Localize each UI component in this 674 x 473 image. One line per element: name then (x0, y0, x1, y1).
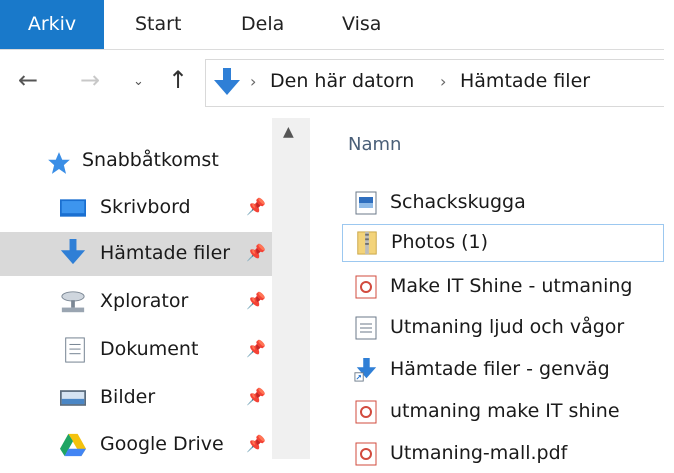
column-header-name[interactable]: Namn (348, 134, 401, 155)
pdf-icon (355, 400, 377, 424)
pin-icon[interactable]: 📌 (246, 387, 266, 406)
download-arrow-icon (214, 68, 240, 95)
text-file-icon (355, 316, 377, 340)
sidebar-item-label: Hämtade filer (100, 242, 231, 264)
file-list: Namn Schackskugga Photos (1) Make IT Shi… (310, 118, 664, 466)
sidebar-item-label: Xplorator (100, 290, 189, 312)
recent-locations-chevron-icon[interactable]: ⌄ (133, 74, 144, 89)
ribbon-tabs: Arkiv Start Dela Visa (0, 0, 664, 50)
sidebar-item-label: Google Drive (100, 433, 224, 455)
download-arrow-icon (60, 239, 86, 265)
pdf-icon (355, 275, 377, 299)
address-bar[interactable]: › Den här datorn › Hämtade filer (205, 59, 666, 107)
quick-access-item[interactable]: Snabbåtkomst (0, 139, 272, 183)
nav-scrollbar[interactable]: ▲ (272, 118, 310, 459)
list-item[interactable]: Make IT Shine - utmaning (342, 268, 664, 306)
file-name: Utmaning-mall.pdf (390, 442, 568, 464)
list-item[interactable]: Photos (1) (342, 224, 664, 262)
sidebar-item-hamtade-filer[interactable]: Hämtade filer 📌 (0, 232, 272, 276)
file-name: Make IT Shine - utmaning (390, 275, 633, 297)
tab-arkiv[interactable]: Arkiv (0, 0, 104, 49)
list-item[interactable]: utmaning make IT shine (342, 393, 664, 431)
breadcrumb-this-pc[interactable]: Den här datorn (270, 70, 414, 92)
quick-access-label: Snabbåtkomst (82, 149, 219, 171)
zip-folder-icon (357, 231, 377, 255)
window-edge (664, 0, 674, 459)
file-name: Schackskugga (390, 191, 526, 213)
sidebar-item-label: Dokument (100, 338, 199, 360)
network-drive-icon (61, 291, 85, 313)
pictures-icon (60, 390, 86, 406)
tab-visa[interactable]: Visa (342, 0, 381, 49)
tab-dela[interactable]: Dela (241, 0, 284, 49)
list-item[interactable]: Hämtade filer - genväg (342, 351, 664, 389)
breadcrumb-downloads[interactable]: Hämtade filer (460, 70, 590, 92)
image-file-icon (355, 191, 377, 215)
sidebar-item-label: Bilder (100, 386, 156, 408)
list-item[interactable]: Utmaning-mall.pdf (342, 435, 664, 473)
list-item[interactable]: Utmaning ljud och vågor (342, 309, 664, 347)
back-arrow-icon[interactable]: ← (18, 66, 38, 94)
pdf-icon (355, 442, 377, 466)
sidebar-item-xplorator[interactable]: Xplorator 📌 (0, 280, 272, 324)
breadcrumb-separator-icon: › (250, 72, 257, 91)
pin-icon[interactable]: 📌 (246, 243, 266, 262)
pin-icon[interactable]: 📌 (246, 434, 266, 453)
sidebar-item-dokument[interactable]: Dokument 📌 (0, 328, 272, 372)
desktop-icon (60, 199, 86, 217)
sidebar-item-skrivbord[interactable]: Skrivbord 📌 (0, 186, 272, 230)
tab-start[interactable]: Start (135, 0, 181, 49)
list-item[interactable]: Schackskugga (342, 184, 664, 222)
file-name: Utmaning ljud och vågor (390, 316, 625, 338)
sidebar-item-google-drive[interactable]: Google Drive 📌 (0, 423, 272, 467)
pin-icon[interactable]: 📌 (246, 291, 266, 310)
scroll-up-icon[interactable]: ▲ (283, 124, 294, 140)
pin-icon[interactable]: 📌 (246, 197, 266, 216)
breadcrumb-separator-icon: › (440, 72, 447, 91)
file-name: Hämtade filer - genväg (390, 358, 610, 380)
navigation-pane: Snabbåtkomst Skrivbord 📌 Hämtade filer 📌… (0, 118, 310, 459)
sidebar-item-bilder[interactable]: Bilder 📌 (0, 376, 272, 420)
file-name: utmaning make IT shine (390, 400, 620, 422)
up-arrow-icon[interactable]: ↑ (168, 66, 188, 94)
document-icon (65, 337, 85, 363)
google-drive-icon (60, 433, 86, 457)
file-name: Photos (1) (391, 231, 489, 253)
star-icon (48, 152, 70, 174)
pin-icon[interactable]: 📌 (246, 339, 266, 358)
forward-arrow-icon[interactable]: → (80, 66, 100, 94)
navigation-bar: ← → ⌄ ↑ › Den här datorn › Hämtade filer (0, 50, 666, 116)
sidebar-item-label: Skrivbord (100, 196, 191, 218)
shortcut-icon (354, 358, 377, 382)
